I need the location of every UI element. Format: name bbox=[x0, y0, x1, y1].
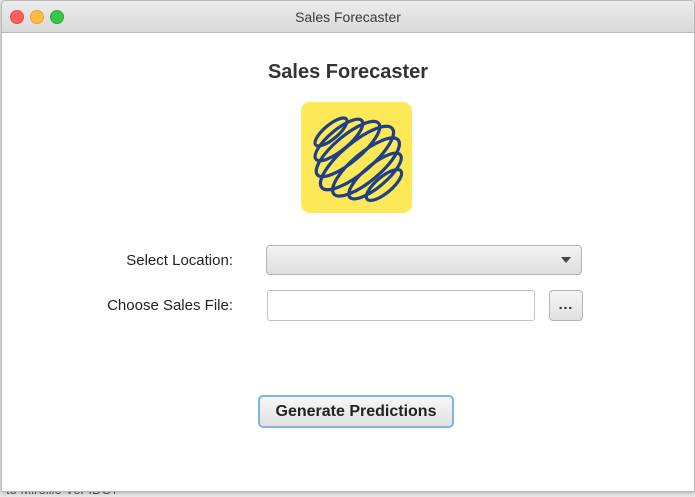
chevron-down-icon bbox=[561, 257, 571, 263]
globe-logo-icon bbox=[313, 116, 404, 203]
title-bar[interactable]: Sales Forecaster bbox=[2, 1, 694, 33]
window-title: Sales Forecaster bbox=[295, 9, 401, 25]
generate-predictions-button[interactable]: Generate Predictions bbox=[258, 395, 454, 428]
app-window: Sales Forecaster Sales Forecaster Select… bbox=[1, 0, 695, 492]
striped-globe-logo bbox=[301, 102, 412, 213]
location-select[interactable] bbox=[266, 245, 582, 275]
choose-file-label: Choose Sales File: bbox=[107, 297, 233, 314]
sales-file-field[interactable] bbox=[267, 290, 535, 321]
select-location-label: Select Location: bbox=[126, 252, 233, 269]
page-title: Sales Forecaster bbox=[267, 61, 429, 83]
browse-button[interactable]: ... bbox=[549, 290, 583, 321]
